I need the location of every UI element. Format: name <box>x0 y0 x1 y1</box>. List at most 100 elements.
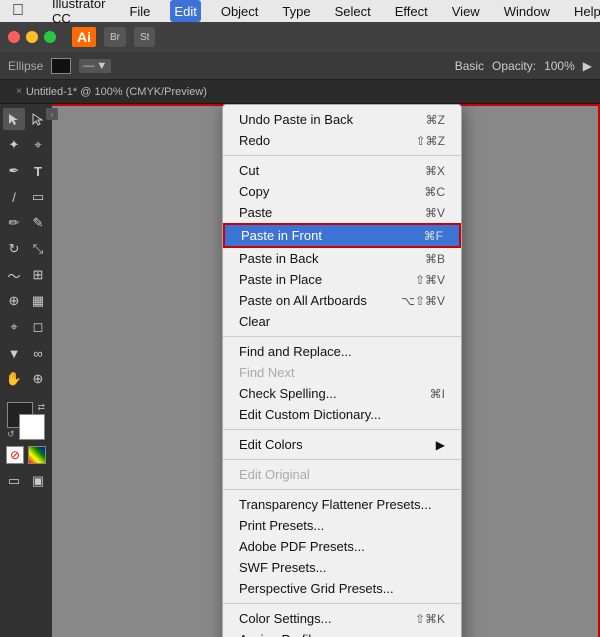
menu-item-paste-shortcut: ⌘V <box>425 206 445 220</box>
menu-item-print-presets[interactable]: Print Presets... <box>223 515 461 536</box>
menu-type[interactable]: Type <box>278 0 314 22</box>
menu-item-paste-in-front[interactable]: Paste in Front ⌘F <box>223 223 461 248</box>
magic-wand-tool-group: ✦ ⌖ <box>3 134 49 156</box>
slice-tool-button[interactable]: ⌖ <box>3 316 25 338</box>
apple-menu[interactable]:  <box>8 0 28 22</box>
left-toolbar: › ✦ ⌖ ✒ T / ▭ ✏ ✎ ↻ ⤡ <box>0 104 52 637</box>
menu-item-transparency-flattener[interactable]: Transparency Flattener Presets... <box>223 494 461 515</box>
shape-label: Ellipse <box>8 59 43 73</box>
br-button[interactable]: Br <box>104 27 126 47</box>
menu-item-check-spelling[interactable]: Check Spelling... ⌘I <box>223 383 461 404</box>
draw-mode-button[interactable]: ▭ <box>3 470 25 492</box>
reset-colors-icon[interactable]: ↺ <box>7 429 15 440</box>
edit-menu-dropdown: Undo Paste in Back ⌘Z Redo ⇧⌘Z Cut ⌘X Co… <box>222 104 462 637</box>
warp-tool-group: 〜 ⊞ <box>3 264 49 286</box>
menu-item-paste-in-place-label: Paste in Place <box>239 272 415 287</box>
menu-item-paste-in-place[interactable]: Paste in Place ⇧⌘V <box>223 269 461 290</box>
menu-item-paste-in-front-shortcut: ⌘F <box>424 229 443 243</box>
type-tool-button[interactable]: T <box>27 160 49 182</box>
opacity-label: Opacity: <box>492 59 536 73</box>
tab-close-icon[interactable]: × <box>16 86 22 97</box>
zoom-tool-button[interactable]: ⊕ <box>27 368 49 390</box>
menu-item-clear[interactable]: Clear <box>223 311 461 332</box>
menu-item-cut-shortcut: ⌘X <box>425 164 445 178</box>
menu-object[interactable]: Object <box>217 0 263 22</box>
paintbrush-tool-button[interactable]: ✏ <box>3 212 25 234</box>
stroke-dropdown[interactable]: —▼ <box>79 59 111 73</box>
symbol-sprayer-button[interactable]: ⊕ <box>3 290 25 312</box>
separator-1 <box>223 155 461 156</box>
line-tool-button[interactable]: / <box>3 186 25 208</box>
traffic-lights <box>8 31 56 43</box>
close-button[interactable] <box>8 31 20 43</box>
menu-select[interactable]: Select <box>331 0 375 22</box>
paintbrush-tool-group: ✏ ✎ <box>3 212 49 234</box>
menu-help[interactable]: Help <box>570 0 600 22</box>
magic-wand-tool-button[interactable]: ✦ <box>3 134 25 156</box>
menu-item-edit-colors[interactable]: Edit Colors ▶ <box>223 434 461 455</box>
maximize-button[interactable] <box>44 31 56 43</box>
hand-tool-button[interactable]: ✋ <box>3 368 25 390</box>
menu-item-paste-in-back[interactable]: Paste in Back ⌘B <box>223 248 461 269</box>
eyedropper-tool-button[interactable]: ▼ <box>3 342 25 364</box>
stroke-color-box[interactable] <box>51 58 71 74</box>
menu-bar:  Illustrator CC File Edit Object Type S… <box>0 0 600 22</box>
color-mode-box[interactable] <box>28 446 46 464</box>
menu-item-edit-original: Edit Original <box>223 464 461 485</box>
menu-item-cut[interactable]: Cut ⌘X <box>223 160 461 181</box>
menu-illustrator-cc[interactable]: Illustrator CC <box>48 0 109 22</box>
menu-item-copy-shortcut: ⌘C <box>424 185 445 199</box>
edit-colors-submenu-arrow: ▶ <box>436 438 445 452</box>
color-boxes: ⇄ ↺ <box>7 402 45 440</box>
more-options[interactable]: ▶ <box>583 59 592 73</box>
menu-item-redo[interactable]: Redo ⇧⌘Z <box>223 130 461 151</box>
pencil-tool-button[interactable]: ✎ <box>27 212 49 234</box>
menu-item-paste-all-artboards[interactable]: Paste on All Artboards ⌥⇧⌘V <box>223 290 461 311</box>
eraser-tool-button[interactable]: ◻ <box>27 316 49 338</box>
column-graph-button[interactable]: ▦ <box>27 290 49 312</box>
minimize-button[interactable] <box>26 31 38 43</box>
menu-item-assign-profile[interactable]: Assign Profile... <box>223 629 461 637</box>
menu-item-find-replace-label: Find and Replace... <box>239 344 445 359</box>
slicer-tool-group: ⌖ ◻ <box>3 316 49 338</box>
rotate-tool-button[interactable]: ↻ <box>3 238 25 260</box>
menu-edit[interactable]: Edit <box>170 0 200 22</box>
menu-item-paste[interactable]: Paste ⌘V <box>223 202 461 223</box>
selection-tool-button[interactable] <box>3 108 25 130</box>
menu-view[interactable]: View <box>448 0 484 22</box>
menu-item-edit-custom-dictionary[interactable]: Edit Custom Dictionary... <box>223 404 461 425</box>
menu-window[interactable]: Window <box>500 0 554 22</box>
menu-item-adobe-pdf-presets[interactable]: Adobe PDF Presets... <box>223 536 461 557</box>
swap-colors-icon[interactable]: ⇄ <box>37 402 45 413</box>
menu-item-undo-label: Undo Paste in Back <box>239 112 426 127</box>
toolbar-collapse-button[interactable]: › <box>46 108 58 120</box>
rectangle-tool-button[interactable]: ▭ <box>27 186 49 208</box>
menu-file[interactable]: File <box>125 0 154 22</box>
menu-item-copy[interactable]: Copy ⌘C <box>223 181 461 202</box>
menu-item-color-settings-shortcut: ⇧⌘K <box>415 612 445 626</box>
menu-item-transparency-flattener-label: Transparency Flattener Presets... <box>239 497 445 512</box>
menu-item-paste-label: Paste <box>239 205 425 220</box>
st-button[interactable]: St <box>134 27 155 47</box>
pen-tool-button[interactable]: ✒ <box>3 160 25 182</box>
free-transform-button[interactable]: ⊞ <box>27 264 49 286</box>
menu-item-perspective-grid-presets[interactable]: Perspective Grid Presets... <box>223 578 461 599</box>
menu-item-find-replace[interactable]: Find and Replace... <box>223 341 461 362</box>
menu-item-color-settings[interactable]: Color Settings... ⇧⌘K <box>223 608 461 629</box>
background-color[interactable] <box>19 414 45 440</box>
scale-tool-button[interactable]: ⤡ <box>27 238 49 260</box>
menu-item-undo[interactable]: Undo Paste in Back ⌘Z <box>223 109 461 130</box>
tab-bar: × Untitled-1* @ 100% (CMYK/Preview) <box>0 80 600 104</box>
blend-tool-button[interactable]: ∞ <box>27 342 49 364</box>
menu-effect[interactable]: Effect <box>391 0 432 22</box>
document-tab[interactable]: × Untitled-1* @ 100% (CMYK/Preview) <box>8 80 215 104</box>
tab-label: Untitled-1* @ 100% (CMYK/Preview) <box>26 86 207 98</box>
screen-mode-button[interactable]: ▣ <box>27 470 49 492</box>
warp-tool-button[interactable]: 〜 <box>3 264 25 286</box>
lasso-tool-button[interactable]: ⌖ <box>27 134 49 156</box>
none-color-box[interactable]: ⊘ <box>6 446 24 464</box>
menu-item-swf-presets[interactable]: SWF Presets... <box>223 557 461 578</box>
menu-item-adobe-pdf-presets-label: Adobe PDF Presets... <box>239 539 445 554</box>
pen-tool-group: ✒ T <box>3 160 49 182</box>
menu-item-paste-all-artboards-label: Paste on All Artboards <box>239 293 401 308</box>
